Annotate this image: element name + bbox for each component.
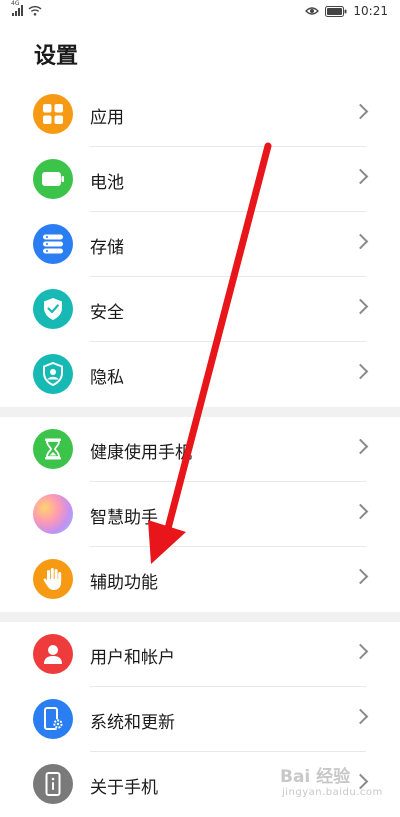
settings-item-battery[interactable]: 电池 <box>0 147 400 212</box>
signal-label: 4G <box>11 0 20 7</box>
chevron-right-icon <box>352 233 369 250</box>
chevron-right-icon <box>352 503 369 520</box>
settings-item-label: 安全 <box>90 303 124 323</box>
hand-icon <box>33 559 73 599</box>
group-divider <box>0 407 400 417</box>
settings-item-digital-balance[interactable]: 健康使用手机 <box>0 417 400 482</box>
storage-icon <box>33 224 73 264</box>
clock: 10:21 <box>353 4 388 18</box>
signal-icon: 4G <box>11 0 23 16</box>
system-update-icon <box>33 699 73 739</box>
chevron-right-icon <box>352 168 369 185</box>
battery-status-icon <box>325 5 347 17</box>
settings-item-privacy[interactable]: 隐私 <box>0 342 400 407</box>
settings-item-label: 辅助功能 <box>90 573 158 593</box>
user-icon <box>33 634 73 674</box>
wifi-icon <box>28 6 42 16</box>
chevron-right-icon <box>352 708 369 725</box>
settings-item-accessibility[interactable]: 辅助功能 <box>0 547 400 612</box>
settings-item-label: 系统和更新 <box>90 713 175 733</box>
assistant-icon <box>33 494 73 534</box>
privacy-icon <box>33 354 73 394</box>
settings-group-2: 健康使用手机 智慧助手 辅助功能 <box>0 417 400 612</box>
chevron-right-icon <box>352 643 369 660</box>
settings-item-security[interactable]: 安全 <box>0 277 400 342</box>
chevron-right-icon <box>352 103 369 120</box>
settings-item-label: 健康使用手机 <box>90 443 192 463</box>
apps-icon <box>33 94 73 134</box>
settings-item-label: 关于手机 <box>90 778 158 798</box>
chevron-right-icon <box>352 298 369 315</box>
chevron-right-icon <box>352 568 369 585</box>
battery-icon <box>33 159 73 199</box>
settings-item-storage[interactable]: 存储 <box>0 212 400 277</box>
settings-item-system-update[interactable]: 系统和更新 <box>0 687 400 752</box>
chevron-right-icon <box>352 438 369 455</box>
settings-item-smart-assistant[interactable]: 智慧助手 <box>0 482 400 547</box>
settings-item-apps[interactable]: 应用 <box>0 82 400 147</box>
group-divider <box>0 612 400 622</box>
watermark-title: Bai 经验 <box>280 767 351 787</box>
settings-item-label: 智慧助手 <box>90 508 158 528</box>
page-title: 设置 <box>34 44 79 69</box>
settings-item-label: 存储 <box>90 238 124 258</box>
watermark-url: jingyan.baidu.com <box>282 787 383 798</box>
settings-item-label: 用户和帐户 <box>90 648 175 668</box>
settings-item-users-accounts[interactable]: 用户和帐户 <box>0 622 400 687</box>
phone-info-icon <box>33 764 73 804</box>
settings-item-label: 隐私 <box>90 368 124 388</box>
settings-item-label: 电池 <box>90 173 124 193</box>
eye-icon <box>305 7 320 15</box>
settings-item-label: 应用 <box>90 108 124 128</box>
hourglass-icon <box>33 429 73 469</box>
security-icon <box>33 289 73 329</box>
watermark: Bai 经验 jingyan.baidu.com <box>278 760 388 808</box>
settings-group-1: 应用 电池 存储 安全 隐私 <box>0 82 400 407</box>
chevron-right-icon <box>352 363 369 380</box>
status-bar: 4G 10:21 <box>0 0 400 26</box>
